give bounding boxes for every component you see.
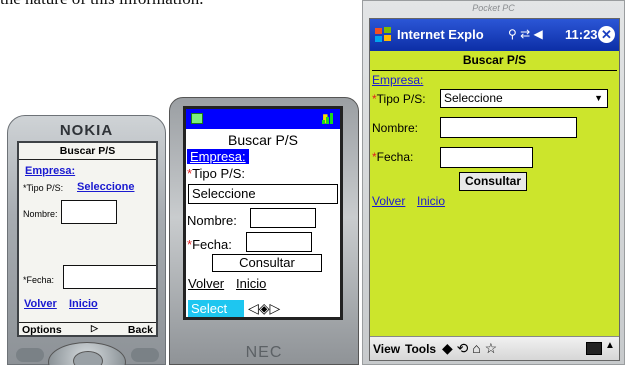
fecha-label-text: Fecha: — [192, 237, 232, 252]
inicio-link[interactable]: Inicio — [417, 194, 445, 208]
tipo-label-text: Tipo P/S: — [376, 92, 426, 106]
nombre-input[interactable] — [61, 200, 117, 224]
nec-phone: ▮ Buscar P/S Empresa: *Tipo P/S: Selecci… — [169, 97, 359, 365]
consultar-button[interactable]: Consultar — [459, 172, 527, 191]
nombre-label: Nombre: — [187, 213, 237, 228]
view-menu[interactable]: View — [373, 342, 400, 356]
app-title: Internet Explo — [397, 27, 484, 42]
volver-link[interactable]: Volver — [188, 276, 224, 291]
nombre-label: Nombre: — [23, 209, 58, 219]
fecha-label: *Fecha: — [372, 150, 413, 164]
tipo-select[interactable]: Seleccione ▼ — [440, 89, 608, 108]
fecha-label: *Fecha: — [187, 237, 232, 252]
title-divider — [372, 70, 617, 71]
fecha-label: *Fecha: — [23, 275, 55, 285]
status-bar: ▮ — [186, 109, 340, 129]
tipo-label-text: Tipo P/S: — [192, 166, 246, 181]
empresa-link[interactable]: Empresa: — [187, 149, 249, 164]
signal-icon — [322, 113, 334, 124]
select-softkey[interactable]: Select — [188, 300, 244, 317]
title-bar: Internet Explo ⚲ ⇄ ◀ 11:23 ✕ — [370, 19, 619, 51]
nombre-input[interactable] — [250, 208, 316, 228]
pocketpc-logo: Pocket PC — [472, 3, 515, 13]
nec-screen: ▮ Buscar P/S Empresa: *Tipo P/S: Selecci… — [183, 106, 343, 320]
fecha-label-text: Fecha: — [376, 150, 414, 164]
pocketpc-device: Pocket PC Internet Explo ⚲ ⇄ ◀ 11:23 ✕ B… — [362, 0, 625, 365]
empresa-link[interactable]: Empresa: — [372, 73, 423, 87]
battery-icon — [191, 113, 203, 124]
nokia-logo: NOKIA — [59, 122, 114, 139]
nav-arrows-icon[interactable]: ◁◈▷ — [248, 300, 280, 317]
clock: 11:23 — [565, 27, 598, 42]
tipo-label: *Tipo P/S: — [372, 92, 426, 106]
tools-menu[interactable]: Tools — [405, 342, 436, 356]
page-title: Buscar P/S — [227, 132, 299, 148]
keyboard-icon[interactable] — [586, 342, 602, 355]
menu-bar: View Tools ◆ ⟲ ⌂ ☆ ▲ — [370, 336, 619, 360]
tipo-select[interactable]: Seleccione — [77, 181, 134, 193]
nokia-phone: NOKIA Buscar P/S Empresa: *Tipo P/S: Sel… — [7, 115, 166, 365]
volver-link[interactable]: Volver — [24, 298, 57, 310]
fecha-input[interactable] — [246, 232, 312, 252]
right-softkey-button[interactable] — [131, 348, 159, 362]
softkey-bar: Options ▷ Back — [19, 322, 156, 335]
pocketpc-screen: Internet Explo ⚲ ⇄ ◀ 11:23 ✕ Buscar P/S … — [369, 18, 620, 361]
nokia-screen: Buscar P/S Empresa: *Tipo P/S: Seleccion… — [17, 141, 158, 337]
fecha-input[interactable] — [63, 265, 156, 289]
page-title: Buscar P/S — [19, 145, 156, 160]
play-icon[interactable]: ▷ — [91, 323, 98, 334]
page-title: Buscar P/S — [462, 53, 527, 67]
nombre-input[interactable] — [440, 117, 577, 138]
browser-nav-icons[interactable]: ◆ ⟲ ⌂ ☆ — [442, 340, 497, 357]
dropdown-arrow-icon[interactable]: ▼ — [594, 90, 603, 107]
nav-pad[interactable] — [48, 342, 126, 365]
options-softkey[interactable]: Options — [22, 324, 62, 335]
tipo-label: *Tipo P/S: — [187, 166, 245, 181]
tipo-select-value: Seleccione — [444, 91, 503, 105]
windows-start-icon[interactable] — [374, 26, 392, 44]
nombre-label: Nombre: — [372, 121, 419, 135]
consultar-button[interactable]: Consultar — [212, 254, 322, 272]
back-softkey[interactable]: Back — [128, 324, 153, 335]
close-icon[interactable]: ✕ — [598, 26, 615, 43]
nav-pad-center[interactable] — [73, 351, 103, 365]
status-icons[interactable]: ⚲ ⇄ ◀ — [508, 27, 543, 41]
tipo-label: *Tipo P/S: — [23, 183, 64, 193]
input-menu-arrow-icon[interactable]: ▲ — [605, 340, 615, 351]
inicio-link[interactable]: Inicio — [69, 298, 98, 310]
caption-text: the nature of this information. — [0, 0, 203, 9]
empresa-link[interactable]: Empresa: — [25, 165, 75, 177]
fecha-input[interactable] — [440, 147, 533, 168]
page-content: Buscar P/S Empresa: *Tipo P/S: Seleccion… — [370, 51, 619, 336]
left-softkey-button[interactable] — [16, 348, 44, 362]
tipo-select[interactable]: Seleccione — [188, 184, 338, 204]
volver-link[interactable]: Volver — [372, 194, 405, 208]
softkey-bar: Select ◁◈▷ — [186, 299, 340, 317]
nec-logo: NEC — [245, 344, 283, 361]
inicio-link[interactable]: Inicio — [236, 276, 266, 291]
